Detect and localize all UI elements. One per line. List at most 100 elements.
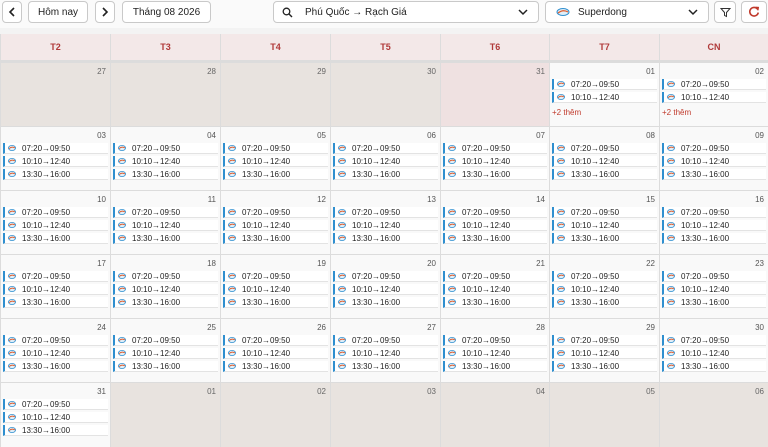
trip-event[interactable]: 10:10→12:40	[3, 284, 108, 295]
trip-event[interactable]: 07:20→09:50	[552, 207, 657, 218]
trip-event[interactable]: 10:10→12:40	[662, 348, 766, 359]
trip-event[interactable]: 13:30→16:00	[662, 233, 766, 244]
trip-event[interactable]: 13:30→16:00	[3, 169, 108, 180]
trip-event[interactable]: 07:20→09:50	[443, 271, 547, 282]
trip-event[interactable]: 10:10→12:40	[443, 348, 547, 359]
day-cell[interactable]: 30	[331, 63, 440, 126]
trip-event[interactable]: 07:20→09:50	[3, 399, 108, 410]
trip-event[interactable]: 13:30→16:00	[113, 361, 218, 372]
trip-event[interactable]: 10:10→12:40	[223, 156, 328, 167]
trip-event[interactable]: 10:10→12:40	[333, 220, 438, 231]
trip-event[interactable]: 13:30→16:00	[223, 169, 328, 180]
month-picker-button[interactable]: Tháng 08 2026	[122, 1, 211, 23]
trip-event[interactable]: 07:20→09:50	[113, 335, 218, 346]
day-cell[interactable]: 18 07:20→09:50 10:10→12:40 13:30→16:00	[111, 255, 220, 318]
trip-event[interactable]: 13:30→16:00	[223, 233, 328, 244]
day-cell[interactable]: 05 07:20→09:50 10:10→12:40 13:30→16:00	[221, 127, 330, 190]
trip-event[interactable]: 07:20→09:50	[662, 79, 766, 90]
trip-event[interactable]: 10:10→12:40	[552, 220, 657, 231]
trip-event[interactable]: 07:20→09:50	[552, 335, 657, 346]
trip-event[interactable]: 10:10→12:40	[662, 92, 766, 103]
prev-month-button[interactable]	[2, 1, 22, 23]
day-cell[interactable]: 23 07:20→09:50 10:10→12:40 13:30→16:00	[660, 255, 768, 318]
trip-event[interactable]: 13:30→16:00	[3, 361, 108, 372]
trip-event[interactable]: 07:20→09:50	[552, 143, 657, 154]
filter-button[interactable]	[714, 1, 736, 23]
day-cell[interactable]: 13 07:20→09:50 10:10→12:40 13:30→16:00	[331, 191, 440, 254]
trip-event[interactable]: 10:10→12:40	[333, 348, 438, 359]
trip-event[interactable]: 07:20→09:50	[3, 271, 108, 282]
day-cell[interactable]: 05	[550, 383, 659, 447]
day-cell[interactable]: 04 07:20→09:50 10:10→12:40 13:30→16:00	[111, 127, 220, 190]
trip-event[interactable]: 07:20→09:50	[662, 143, 766, 154]
trip-event[interactable]: 07:20→09:50	[113, 207, 218, 218]
day-cell[interactable]: 02	[221, 383, 330, 447]
trip-event[interactable]: 10:10→12:40	[113, 220, 218, 231]
day-cell[interactable]: 10 07:20→09:50 10:10→12:40 13:30→16:00	[1, 191, 110, 254]
trip-event[interactable]: 10:10→12:40	[223, 220, 328, 231]
trip-event[interactable]: 10:10→12:40	[552, 92, 657, 103]
trip-event[interactable]: 13:30→16:00	[333, 169, 438, 180]
trip-event[interactable]: 07:20→09:50	[223, 143, 328, 154]
day-cell[interactable]: 12 07:20→09:50 10:10→12:40 13:30→16:00	[221, 191, 330, 254]
trip-event[interactable]: 07:20→09:50	[3, 143, 108, 154]
trip-event[interactable]: 13:30→16:00	[3, 425, 108, 436]
day-cell[interactable]: 04	[441, 383, 549, 447]
trip-event[interactable]: 10:10→12:40	[3, 348, 108, 359]
day-cell[interactable]: 28	[111, 63, 220, 126]
day-cell[interactable]: 20 07:20→09:50 10:10→12:40 13:30→16:00	[331, 255, 440, 318]
trip-event[interactable]: 07:20→09:50	[443, 335, 547, 346]
day-cell[interactable]: 03 07:20→09:50 10:10→12:40 13:30→16:00	[1, 127, 110, 190]
trip-event[interactable]: 13:30→16:00	[333, 233, 438, 244]
day-cell[interactable]: 14 07:20→09:50 10:10→12:40 13:30→16:00	[441, 191, 549, 254]
trip-event[interactable]: 10:10→12:40	[113, 284, 218, 295]
trip-event[interactable]: 10:10→12:40	[333, 156, 438, 167]
trip-event[interactable]: 07:20→09:50	[3, 335, 108, 346]
day-cell[interactable]: 03	[331, 383, 440, 447]
trip-event[interactable]: 13:30→16:00	[443, 297, 547, 308]
trip-event[interactable]: 10:10→12:40	[662, 220, 766, 231]
trip-event[interactable]: 07:20→09:50	[443, 207, 547, 218]
trip-event[interactable]: 10:10→12:40	[552, 156, 657, 167]
trip-event[interactable]: 07:20→09:50	[223, 207, 328, 218]
trip-event[interactable]: 13:30→16:00	[113, 297, 218, 308]
trip-event[interactable]: 13:30→16:00	[3, 297, 108, 308]
trip-event[interactable]: 13:30→16:00	[552, 361, 657, 372]
trip-event[interactable]: 10:10→12:40	[552, 348, 657, 359]
operator-select[interactable]: Superdong	[545, 1, 709, 23]
day-cell[interactable]: 19 07:20→09:50 10:10→12:40 13:30→16:00	[221, 255, 330, 318]
day-cell[interactable]: 31	[441, 63, 549, 126]
trip-event[interactable]: 13:30→16:00	[333, 361, 438, 372]
trip-event[interactable]: 07:20→09:50	[113, 143, 218, 154]
trip-event[interactable]: 10:10→12:40	[552, 284, 657, 295]
trip-event[interactable]: 13:30→16:00	[223, 297, 328, 308]
trip-event[interactable]: 07:20→09:50	[223, 335, 328, 346]
today-button[interactable]: Hôm nay	[28, 1, 88, 23]
trip-event[interactable]: 07:20→09:50	[552, 79, 657, 90]
day-cell[interactable]: 09 07:20→09:50 10:10→12:40 13:30→16:00	[660, 127, 768, 190]
trip-event[interactable]: 07:20→09:50	[223, 271, 328, 282]
trip-event[interactable]: 07:20→09:50	[443, 143, 547, 154]
trip-event[interactable]: 13:30→16:00	[443, 361, 547, 372]
trip-event[interactable]: 13:30→16:00	[662, 297, 766, 308]
day-cell[interactable]: 25 07:20→09:50 10:10→12:40 13:30→16:00	[111, 319, 220, 382]
refresh-button[interactable]	[741, 1, 767, 23]
day-cell[interactable]: 31 07:20→09:50 10:10→12:40 13:30→16:00	[1, 383, 110, 447]
trip-event[interactable]: 07:20→09:50	[662, 207, 766, 218]
day-cell[interactable]: 21 07:20→09:50 10:10→12:40 13:30→16:00	[441, 255, 549, 318]
day-cell[interactable]: 06	[660, 383, 768, 447]
day-cell[interactable]: 27	[1, 63, 110, 126]
trip-event[interactable]: 13:30→16:00	[223, 361, 328, 372]
trip-event[interactable]: 07:20→09:50	[333, 271, 438, 282]
day-cell[interactable]: 27 07:20→09:50 10:10→12:40 13:30→16:00	[331, 319, 440, 382]
trip-event[interactable]: 07:20→09:50	[552, 271, 657, 282]
trip-event[interactable]: 10:10→12:40	[662, 156, 766, 167]
trip-event[interactable]: 10:10→12:40	[113, 156, 218, 167]
trip-event[interactable]: 13:30→16:00	[552, 169, 657, 180]
day-cell[interactable]: 07 07:20→09:50 10:10→12:40 13:30→16:00	[441, 127, 549, 190]
trip-event[interactable]: 07:20→09:50	[662, 271, 766, 282]
trip-event[interactable]: 13:30→16:00	[113, 169, 218, 180]
trip-event[interactable]: 07:20→09:50	[333, 143, 438, 154]
day-cell[interactable]: 16 07:20→09:50 10:10→12:40 13:30→16:00	[660, 191, 768, 254]
day-cell[interactable]: 24 07:20→09:50 10:10→12:40 13:30→16:00	[1, 319, 110, 382]
